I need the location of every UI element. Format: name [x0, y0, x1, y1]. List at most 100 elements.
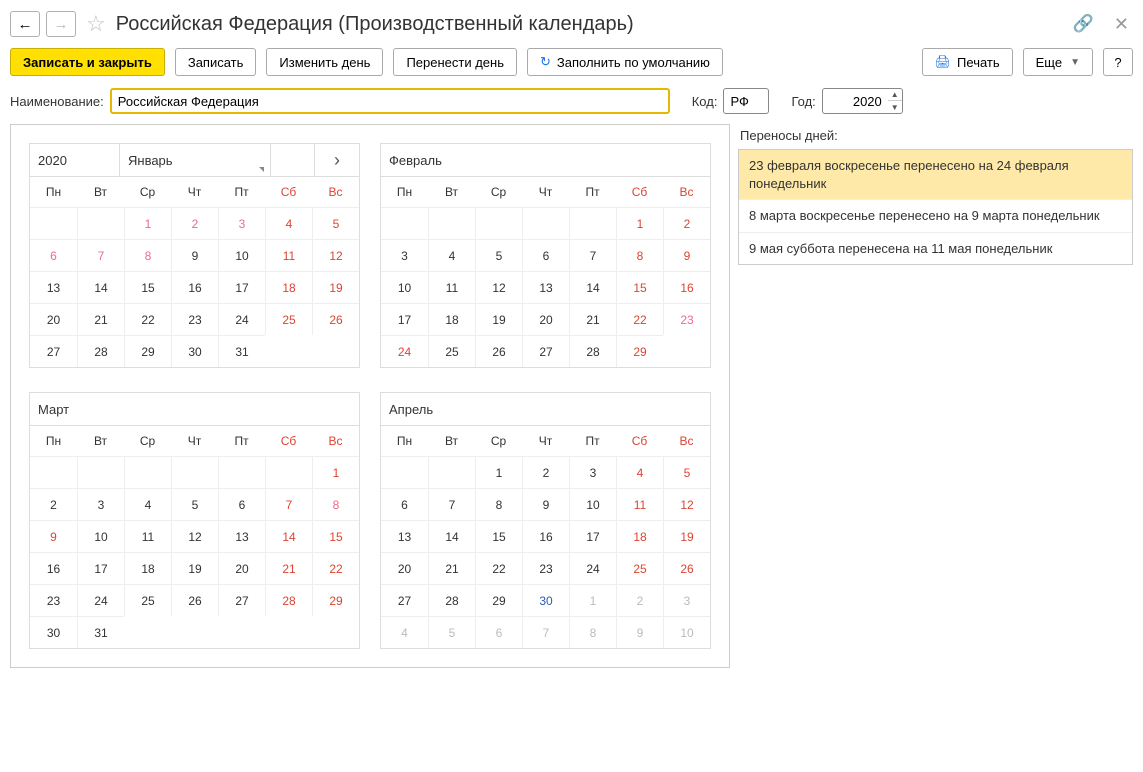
calendar-day[interactable]: 24 [569, 552, 616, 584]
calendar-day[interactable]: 7 [265, 488, 312, 520]
calendar-day[interactable]: 4 [616, 456, 663, 488]
calendar-day[interactable]: 16 [522, 520, 569, 552]
calendar-day[interactable]: 5 [428, 616, 475, 648]
calendar-day[interactable]: 5 [171, 488, 218, 520]
move-day-button[interactable]: Перенести день [393, 48, 517, 76]
calendar-day[interactable]: 25 [616, 552, 663, 584]
calendar-day[interactable]: 27 [30, 335, 77, 367]
calendar-day[interactable]: 1 [569, 584, 616, 616]
calendar-day[interactable]: 20 [218, 552, 265, 584]
calendar-day[interactable]: 9 [171, 239, 218, 271]
calendar-day[interactable]: 31 [218, 335, 265, 367]
calendar-day[interactable]: 1 [312, 456, 359, 488]
calendar-day[interactable]: 7 [428, 488, 475, 520]
calendar-day[interactable]: 29 [616, 335, 663, 367]
calendar-day[interactable]: 7 [569, 239, 616, 271]
calendar-day[interactable]: 22 [475, 552, 522, 584]
calendar-day[interactable]: 14 [428, 520, 475, 552]
calendar-day[interactable]: 6 [218, 488, 265, 520]
transfer-item[interactable]: 8 марта воскресенье перенесено на 9 март… [739, 200, 1132, 233]
calendar-day[interactable]: 16 [30, 552, 77, 584]
help-button[interactable]: ? [1103, 48, 1133, 76]
calendar-day[interactable]: 14 [265, 520, 312, 552]
calendar-day[interactable]: 22 [616, 303, 663, 335]
fill-default-button[interactable]: ↻ Заполнить по умолчанию [527, 48, 723, 76]
calendar-day[interactable]: 21 [428, 552, 475, 584]
calendar-day[interactable]: 30 [171, 335, 218, 367]
calendar-day[interactable]: 5 [312, 207, 359, 239]
calendar-day[interactable]: 13 [381, 520, 428, 552]
transfer-item[interactable]: 23 февраля воскресенье перенесено на 24 … [739, 150, 1132, 200]
calendar-day[interactable]: 25 [265, 303, 312, 335]
calendar-day[interactable]: 10 [663, 616, 710, 648]
calendar-day[interactable]: 21 [77, 303, 124, 335]
calendar-day[interactable]: 17 [569, 520, 616, 552]
calendar-day[interactable]: 22 [312, 552, 359, 584]
calendar-day[interactable]: 9 [522, 488, 569, 520]
calendar-day[interactable]: 10 [569, 488, 616, 520]
calendar-day[interactable]: 30 [30, 616, 77, 648]
calendar-day[interactable]: 6 [381, 488, 428, 520]
calendar-day[interactable]: 25 [428, 335, 475, 367]
calendar-day[interactable]: 11 [124, 520, 171, 552]
calendar-day[interactable]: 5 [663, 456, 710, 488]
calendar-day[interactable]: 4 [265, 207, 312, 239]
save-button[interactable]: Записать [175, 48, 257, 76]
calendar-day[interactable]: 29 [475, 584, 522, 616]
calendar-day[interactable]: 9 [616, 616, 663, 648]
calendar-day[interactable]: 6 [522, 239, 569, 271]
calendar-day[interactable]: 31 [77, 616, 124, 648]
close-icon[interactable]: ✕ [1110, 14, 1133, 35]
calendar-day[interactable]: 23 [30, 584, 77, 616]
calendar-day[interactable]: 26 [475, 335, 522, 367]
favorite-star-icon[interactable]: ☆ [86, 11, 106, 37]
nav-forward-button[interactable]: → [46, 11, 76, 37]
calendar-day[interactable]: 11 [616, 488, 663, 520]
name-input[interactable] [110, 88, 670, 114]
calendar-day[interactable]: 28 [569, 335, 616, 367]
more-button[interactable]: Еще ▼ [1023, 48, 1093, 76]
calendar-day[interactable]: 9 [30, 520, 77, 552]
calendar-day[interactable]: 28 [77, 335, 124, 367]
calendar-day[interactable]: 8 [124, 239, 171, 271]
calendar-day[interactable]: 16 [171, 271, 218, 303]
calendar-day[interactable]: 20 [30, 303, 77, 335]
calendar-day[interactable]: 6 [475, 616, 522, 648]
calendar-day[interactable]: 17 [77, 552, 124, 584]
calendar-day[interactable]: 8 [616, 239, 663, 271]
calendar-day[interactable]: 29 [312, 584, 359, 616]
month-name-dropdown[interactable]: Январь [120, 144, 271, 176]
calendar-day[interactable]: 2 [30, 488, 77, 520]
calendar-day[interactable]: 27 [381, 584, 428, 616]
calendar-day[interactable]: 19 [663, 520, 710, 552]
calendar-day[interactable]: 17 [218, 271, 265, 303]
calendar-day[interactable]: 13 [30, 271, 77, 303]
calendar-day[interactable]: 23 [522, 552, 569, 584]
calendar-day[interactable]: 2 [522, 456, 569, 488]
calendar-day[interactable]: 18 [428, 303, 475, 335]
calendar-day[interactable]: 24 [218, 303, 265, 335]
calendar-day[interactable]: 12 [475, 271, 522, 303]
calendar-day[interactable]: 1 [475, 456, 522, 488]
calendar-day[interactable]: 15 [616, 271, 663, 303]
calendar-day[interactable]: 5 [475, 239, 522, 271]
calendar-day[interactable]: 17 [381, 303, 428, 335]
calendar-day[interactable]: 9 [663, 239, 710, 271]
calendar-day[interactable]: 24 [77, 584, 124, 616]
calendar-day[interactable]: 1 [616, 207, 663, 239]
calendar-day[interactable]: 7 [522, 616, 569, 648]
calendar-day[interactable]: 24 [381, 335, 428, 367]
calendar-day[interactable]: 1 [124, 207, 171, 239]
transfer-item[interactable]: 9 мая суббота перенесена на 11 мая понед… [739, 233, 1132, 265]
calendar-day[interactable]: 27 [522, 335, 569, 367]
calendar-day[interactable]: 19 [171, 552, 218, 584]
calendar-day[interactable]: 4 [124, 488, 171, 520]
calendar-day[interactable]: 14 [569, 271, 616, 303]
calendar-day[interactable]: 26 [312, 303, 359, 335]
calendar-day[interactable]: 8 [312, 488, 359, 520]
calendar-day[interactable]: 4 [381, 616, 428, 648]
calendar-day[interactable]: 22 [124, 303, 171, 335]
calendar-day[interactable]: 21 [265, 552, 312, 584]
calendar-day[interactable]: 3 [381, 239, 428, 271]
calendar-day[interactable]: 23 [171, 303, 218, 335]
